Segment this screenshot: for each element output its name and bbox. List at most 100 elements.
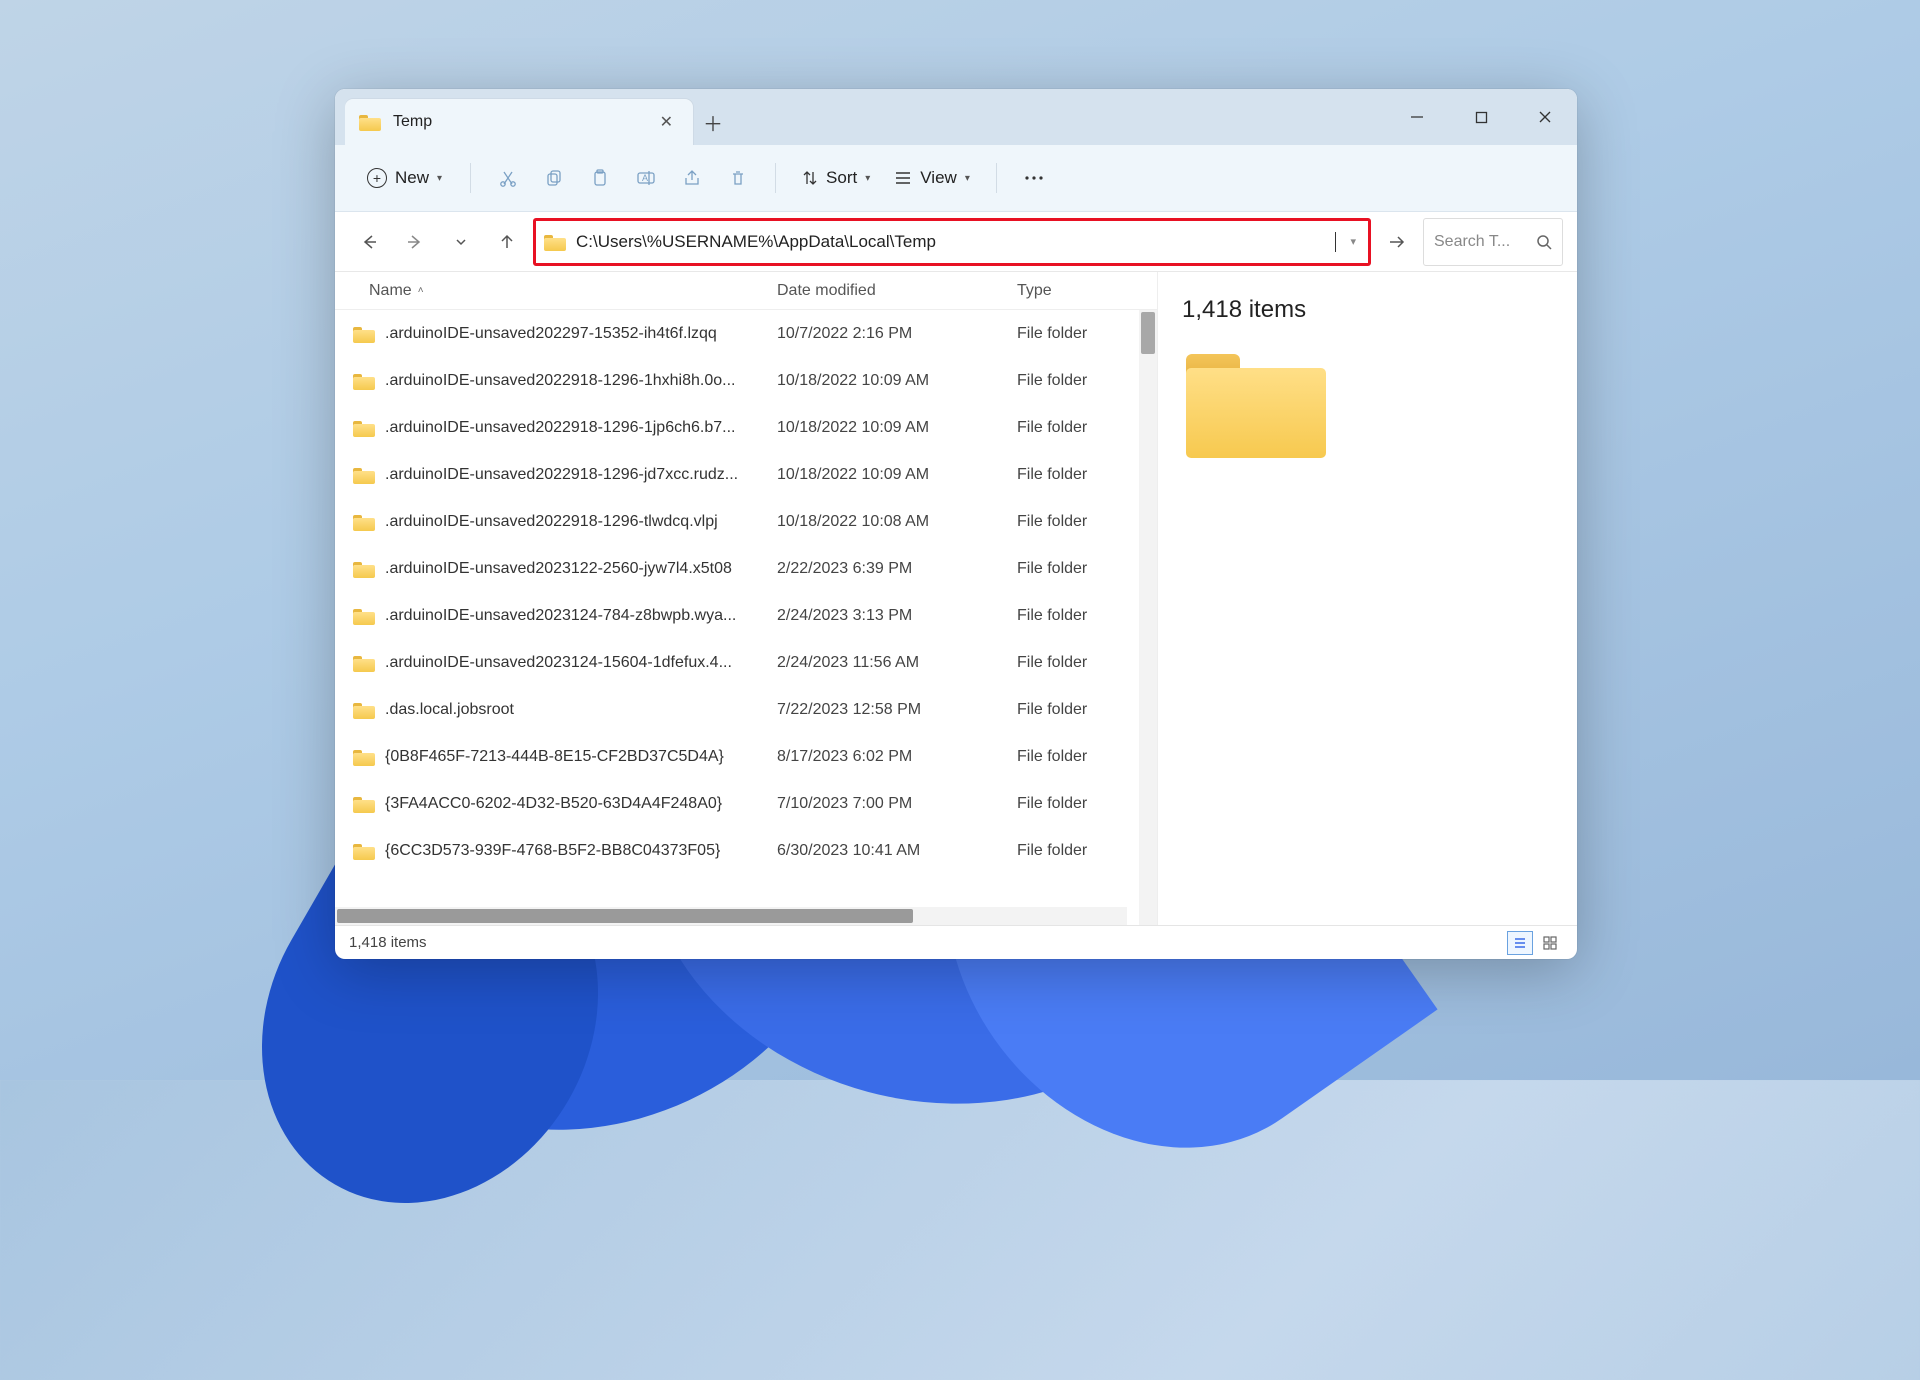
chevron-down-icon: ▾: [965, 173, 970, 184]
share-button[interactable]: [673, 159, 711, 197]
horizontal-scrollbar[interactable]: [335, 907, 1127, 925]
back-button[interactable]: [349, 222, 389, 262]
cut-icon: [499, 169, 517, 187]
folder-icon: [353, 560, 375, 578]
file-row[interactable]: {3FA4ACC0-6202-4D32-B520-63D4A4F248A0}7/…: [335, 780, 1157, 827]
folder-icon: [353, 325, 375, 343]
file-type: File folder: [1009, 842, 1157, 860]
file-row[interactable]: .arduinoIDE-unsaved2022918-1296-1hxhi8h.…: [335, 357, 1157, 404]
new-tab-button[interactable]: ＋: [693, 99, 733, 145]
share-icon: [683, 169, 701, 187]
folder-icon: [353, 607, 375, 625]
file-name: .arduinoIDE-unsaved2023122-2560-jyw7l4.x…: [385, 560, 732, 578]
status-bar: 1,418 items: [335, 925, 1577, 959]
view-icon: [894, 170, 912, 186]
file-date: 2/24/2023 3:13 PM: [769, 607, 1009, 625]
folder-icon: [353, 842, 375, 860]
maximize-icon: [1475, 111, 1488, 124]
file-type: File folder: [1009, 748, 1157, 766]
details-view-button[interactable]: [1507, 931, 1533, 955]
search-icon: [1536, 234, 1552, 250]
arrow-right-icon: [1387, 233, 1407, 251]
recent-button[interactable]: [441, 222, 481, 262]
file-date: 2/24/2023 11:56 AM: [769, 654, 1009, 672]
view-label: View: [920, 168, 957, 188]
folder-icon: [353, 419, 375, 437]
cut-button[interactable]: [489, 159, 527, 197]
address-history-button[interactable]: ▾: [1346, 231, 1360, 252]
file-name: {3FA4ACC0-6202-4D32-B520-63D4A4F248A0}: [385, 795, 722, 813]
sort-ascending-icon: ˄: [418, 285, 424, 296]
file-row[interactable]: {0B8F465F-7213-444B-8E15-CF2BD37C5D4A}8/…: [335, 733, 1157, 780]
column-header-name[interactable]: Name ˄: [335, 282, 769, 300]
file-row[interactable]: .das.local.jobsroot7/22/2023 12:58 PMFil…: [335, 686, 1157, 733]
file-date: 10/18/2022 10:09 AM: [769, 419, 1009, 437]
main-area: Name ˄ Date modified Type .arduinoIDE-un…: [335, 272, 1577, 925]
maximize-button[interactable]: [1449, 89, 1513, 145]
ellipsis-icon: [1024, 175, 1044, 181]
file-type: File folder: [1009, 372, 1157, 390]
copy-button[interactable]: [535, 159, 573, 197]
view-button[interactable]: View ▾: [886, 162, 978, 194]
file-row[interactable]: .arduinoIDE-unsaved2023122-2560-jyw7l4.x…: [335, 545, 1157, 592]
separator: [996, 163, 997, 193]
file-row[interactable]: .arduinoIDE-unsaved202297-15352-ih4t6f.l…: [335, 310, 1157, 357]
view-toggle: [1507, 931, 1563, 955]
address-bar[interactable]: C:\Users\%USERNAME%\AppData\Local\Temp ▾: [533, 218, 1371, 266]
column-header-date[interactable]: Date modified: [769, 282, 1009, 300]
close-button[interactable]: [1513, 89, 1577, 145]
file-type: File folder: [1009, 701, 1157, 719]
details-pane: 1,418 items: [1157, 272, 1577, 925]
tab-title: Temp: [393, 113, 642, 131]
file-name: .arduinoIDE-unsaved2022918-1296-tlwdcq.v…: [385, 513, 718, 531]
chevron-down-icon: ▾: [865, 173, 870, 184]
delete-icon: [729, 169, 747, 187]
thumbnails-view-button[interactable]: [1537, 931, 1563, 955]
folder-icon: [353, 513, 375, 531]
folder-icon: [353, 372, 375, 390]
forward-button[interactable]: [395, 222, 435, 262]
file-row[interactable]: {6CC3D573-939F-4768-B5F2-BB8C04373F05}6/…: [335, 827, 1157, 874]
file-list-pane: Name ˄ Date modified Type .arduinoIDE-un…: [335, 272, 1157, 925]
file-date: 10/18/2022 10:09 AM: [769, 372, 1009, 390]
file-name: {6CC3D573-939F-4768-B5F2-BB8C04373F05}: [385, 842, 720, 860]
delete-button[interactable]: [719, 159, 757, 197]
separator: [775, 163, 776, 193]
sort-label: Sort: [826, 168, 857, 188]
more-button[interactable]: [1015, 159, 1053, 197]
file-row[interactable]: .arduinoIDE-unsaved2023124-784-z8bwpb.wy…: [335, 592, 1157, 639]
file-name: .arduinoIDE-unsaved202297-15352-ih4t6f.l…: [385, 325, 717, 343]
folder-preview-icon: [1186, 354, 1326, 464]
scrollbar-thumb[interactable]: [337, 909, 913, 923]
column-header-type[interactable]: Type: [1009, 282, 1157, 300]
folder-icon: [359, 113, 381, 131]
search-box[interactable]: Search T...: [1423, 218, 1563, 266]
refresh-go-button[interactable]: [1377, 222, 1417, 262]
rename-button[interactable]: A: [627, 159, 665, 197]
column-headers: Name ˄ Date modified Type: [335, 272, 1157, 310]
folder-icon: [353, 795, 375, 813]
file-row[interactable]: .arduinoIDE-unsaved2022918-1296-tlwdcq.v…: [335, 498, 1157, 545]
up-button[interactable]: [487, 222, 527, 262]
new-button[interactable]: + New ▾: [357, 162, 452, 194]
file-row[interactable]: .arduinoIDE-unsaved2022918-1296-1jp6ch6.…: [335, 404, 1157, 451]
tab-temp[interactable]: Temp ✕: [345, 99, 693, 145]
vertical-scrollbar[interactable]: [1139, 310, 1157, 925]
scrollbar-thumb[interactable]: [1141, 312, 1155, 354]
file-row[interactable]: .arduinoIDE-unsaved2022918-1296-jd7xcc.r…: [335, 451, 1157, 498]
file-date: 10/7/2022 2:16 PM: [769, 325, 1009, 343]
file-list-scroll[interactable]: .arduinoIDE-unsaved202297-15352-ih4t6f.l…: [335, 310, 1157, 925]
list-icon: [1513, 936, 1527, 950]
close-icon: [1538, 110, 1552, 124]
paste-button[interactable]: [581, 159, 619, 197]
chevron-down-icon: [454, 235, 468, 249]
tab-close-button[interactable]: ✕: [654, 108, 679, 136]
folder-icon: [353, 701, 375, 719]
file-name: .arduinoIDE-unsaved2023124-15604-1dfefux…: [385, 654, 732, 672]
file-name: .arduinoIDE-unsaved2022918-1296-1hxhi8h.…: [385, 372, 735, 390]
minimize-button[interactable]: [1385, 89, 1449, 145]
file-row[interactable]: .arduinoIDE-unsaved2023124-15604-1dfefux…: [335, 639, 1157, 686]
sort-button[interactable]: Sort ▾: [794, 162, 878, 194]
file-explorer-window: Temp ✕ ＋ + New ▾ A: [335, 89, 1577, 959]
arrow-up-icon: [498, 233, 516, 251]
